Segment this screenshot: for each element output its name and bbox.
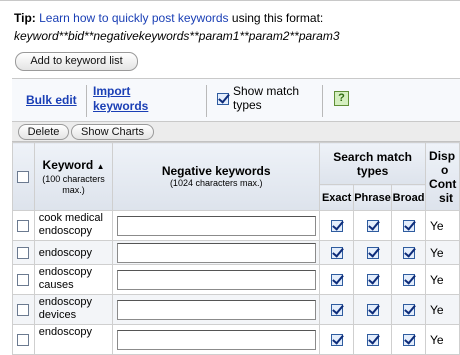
phrase-match-checkbox[interactable] <box>366 274 379 287</box>
row-select-checkbox[interactable] <box>17 247 30 260</box>
negative-keywords-column-header: Negative keywords (1024 characters max.) <box>112 142 321 211</box>
import-label-line1: Import <box>93 84 131 98</box>
import-keywords-link[interactable]: Import keywords <box>93 84 148 114</box>
display-column-header: Disp o Cont sit <box>425 142 460 211</box>
show-charts-button[interactable]: Show Charts <box>71 124 154 140</box>
display-network-value: Ye <box>425 264 460 295</box>
negative-header-label: Negative keywords <box>161 164 271 178</box>
add-to-keyword-list-button[interactable]: Add to keyword list <box>15 52 138 71</box>
row-select-checkbox[interactable] <box>17 274 30 287</box>
negative-header-hint: (1024 characters max.) <box>169 178 263 188</box>
keyword-format-example: keyword**bid**negativekeywords**param1**… <box>14 29 340 43</box>
negative-keywords-input[interactable] <box>117 269 317 290</box>
negative-keywords-input[interactable] <box>117 215 317 236</box>
negative-keywords-input[interactable] <box>117 242 317 263</box>
display-header-line3: Cont <box>429 176 457 191</box>
exact-match-checkbox[interactable] <box>330 274 343 287</box>
negative-keywords-input[interactable] <box>117 329 317 350</box>
broad-match-checkbox[interactable] <box>402 334 415 347</box>
table-row: cook medical endoscopy Ye <box>12 210 460 241</box>
exact-match-checkbox[interactable] <box>330 304 343 317</box>
exact-match-checkbox[interactable] <box>330 247 343 260</box>
row-select-checkbox[interactable] <box>17 304 30 317</box>
keyword-cell: endoscopy causes <box>33 264 114 295</box>
table-row: endoscopy Ye <box>12 240 460 265</box>
show-match-types-line2: types <box>233 98 262 112</box>
help-icon[interactable]: ? <box>334 91 349 106</box>
keyword-cell: endoscopy devices <box>33 294 114 325</box>
broad-match-checkbox[interactable] <box>402 247 415 260</box>
bulk-edit-link[interactable]: Bulk edit <box>26 93 77 107</box>
tip-line: Tip: Learn how to quickly post keywords … <box>14 11 323 25</box>
negative-keywords-input[interactable] <box>117 299 317 320</box>
phrase-column-header: Phrase <box>353 184 393 211</box>
keyword-cell: endoscopy <box>33 324 114 355</box>
broad-match-checkbox[interactable] <box>402 220 415 233</box>
keyword-table: Keyword ▲ (100 characters max.) Negative … <box>12 142 460 355</box>
top-divider <box>0 0 460 1</box>
display-header-line4: sit <box>439 190 454 205</box>
display-network-value: Ye <box>425 210 460 241</box>
keyword-toolbar: Bulk edit Import keywords Show match types… <box>12 78 460 122</box>
keyword-cell: endoscopy <box>33 240 114 265</box>
phrase-match-checkbox[interactable] <box>366 220 379 233</box>
show-match-types-line1: Show match <box>233 84 300 98</box>
import-label-line2: keywords <box>93 99 149 113</box>
sort-ascending-icon: ▲ <box>96 161 105 171</box>
keyword-column-header[interactable]: Keyword ▲ (100 characters max.) <box>33 142 114 211</box>
broad-match-checkbox[interactable] <box>402 304 415 317</box>
toolbar-divider <box>86 85 87 117</box>
table-action-bar: Delete Show Charts <box>12 122 460 142</box>
toolbar-divider <box>322 85 323 117</box>
show-match-types-checkbox[interactable] <box>217 93 229 105</box>
exact-match-checkbox[interactable] <box>330 220 343 233</box>
row-select-checkbox[interactable] <box>17 334 30 347</box>
broad-match-checkbox[interactable] <box>402 274 415 287</box>
tip-label: Tip: <box>14 11 36 25</box>
display-header-line1: Disp <box>429 148 456 163</box>
quick-post-help-link[interactable]: Learn how to quickly post keywords <box>39 11 228 25</box>
delete-button[interactable]: Delete <box>18 124 69 140</box>
display-header-line2: o <box>441 162 449 177</box>
search-match-line2: types <box>356 163 389 178</box>
select-all-header <box>12 142 35 211</box>
toolbar-divider <box>206 85 207 117</box>
display-network-value: Ye <box>425 240 460 265</box>
phrase-match-checkbox[interactable] <box>366 247 379 260</box>
display-network-value: Ye <box>425 324 460 355</box>
display-network-value: Ye <box>425 294 460 325</box>
table-row: endoscopy causes Ye <box>12 264 460 295</box>
exact-match-checkbox[interactable] <box>330 334 343 347</box>
keyword-header-label: Keyword <box>42 157 94 172</box>
table-row: endoscopy devices Ye <box>12 294 460 325</box>
row-select-checkbox[interactable] <box>17 220 30 233</box>
phrase-match-checkbox[interactable] <box>366 334 379 347</box>
select-all-checkbox[interactable] <box>17 171 30 184</box>
table-row: endoscopy Ye <box>12 324 460 355</box>
phrase-match-checkbox[interactable] <box>366 304 379 317</box>
search-match-types-header: Search match types <box>319 142 427 185</box>
search-match-line1: Search match <box>333 149 412 164</box>
tip-suffix: using this format: <box>228 11 324 25</box>
exact-column-header: Exact <box>319 184 355 211</box>
keyword-header-hint: (100 characters max.) <box>42 173 105 195</box>
keyword-cell: cook medical endoscopy <box>33 210 114 241</box>
show-match-types-label: Show match types <box>233 84 299 112</box>
broad-column-header: Broad <box>391 184 427 211</box>
